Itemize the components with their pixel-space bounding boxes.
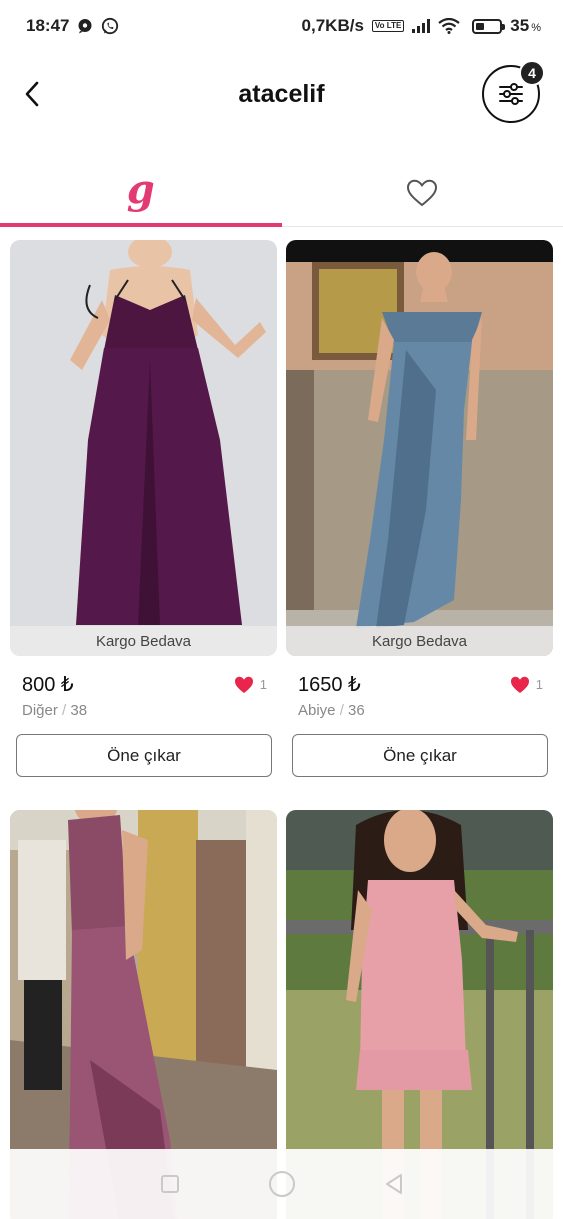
like-button[interactable]: 1	[510, 676, 543, 694]
back-nav-button[interactable]	[384, 1173, 404, 1195]
recents-button[interactable]	[160, 1174, 180, 1194]
whatsapp-icon	[101, 17, 119, 35]
promote-button[interactable]: Öne çıkar	[16, 734, 272, 777]
product-price: 800 ₺	[22, 674, 74, 696]
heart-outline-icon	[407, 179, 438, 207]
promote-button[interactable]: Öne çıkar	[292, 734, 548, 777]
product-size: 36	[348, 702, 365, 719]
product-image[interactable]: Kargo Bedava	[10, 240, 277, 656]
product-size: 38	[70, 702, 88, 719]
profile-tabs: g	[0, 160, 563, 227]
free-shipping-label: Kargo Bedava	[10, 626, 277, 656]
chat-bubble-icon	[77, 18, 93, 34]
category-name: Abiye	[298, 702, 336, 719]
battery-percent: 35%	[510, 16, 541, 35]
like-count: 1	[535, 677, 543, 692]
battery-level	[476, 22, 484, 30]
back-triangle-icon	[385, 1174, 402, 1194]
network-speed: 0,7KB/s	[301, 16, 364, 35]
tab-listings[interactable]: g	[0, 160, 282, 227]
heart-filled-icon	[234, 676, 253, 693]
system-nav-bar	[0, 1149, 563, 1219]
filter-count-badge: 4	[519, 60, 545, 86]
home-circle-icon	[268, 1171, 295, 1197]
free-shipping-label: Kargo Bedava	[286, 626, 553, 656]
product-card: Kargo Bedava 1650 ₺ 1 Abiye / 36 Öne çık…	[286, 240, 553, 777]
status-bar: 18:47 0,7KB/s Vo LTE 35%	[0, 0, 563, 52]
recents-square-icon	[160, 1175, 179, 1193]
like-count: 1	[259, 677, 267, 692]
filter-sliders-icon	[499, 83, 523, 105]
like-button[interactable]: 1	[234, 676, 267, 694]
product-image[interactable]: Kargo Bedava	[286, 240, 553, 656]
product-card: Kargo Bedava 800 ₺ 1 Diğer / 38 Öne çıka…	[10, 240, 277, 777]
heart-filled-icon	[510, 676, 529, 693]
product-category: Diğer / 38	[22, 702, 88, 719]
product-price: 1650 ₺	[298, 674, 361, 696]
volte-icon: Vo LTE	[371, 20, 405, 32]
brand-logo-icon: g	[126, 165, 155, 213]
app-header: atacelif 4	[0, 52, 563, 142]
signal-icon	[412, 19, 431, 33]
page-title: atacelif	[238, 80, 325, 108]
tab-favorites[interactable]	[282, 160, 563, 226]
status-time: 18:47	[26, 16, 70, 35]
category-name: Diğer	[22, 702, 58, 719]
battery-icon	[472, 18, 506, 34]
product-category: Abiye / 36	[298, 702, 365, 719]
wifi-icon	[438, 18, 460, 34]
blue-satin-gown-photo	[286, 240, 553, 656]
home-button[interactable]	[268, 1170, 296, 1198]
purple-gown-photo	[10, 240, 277, 656]
